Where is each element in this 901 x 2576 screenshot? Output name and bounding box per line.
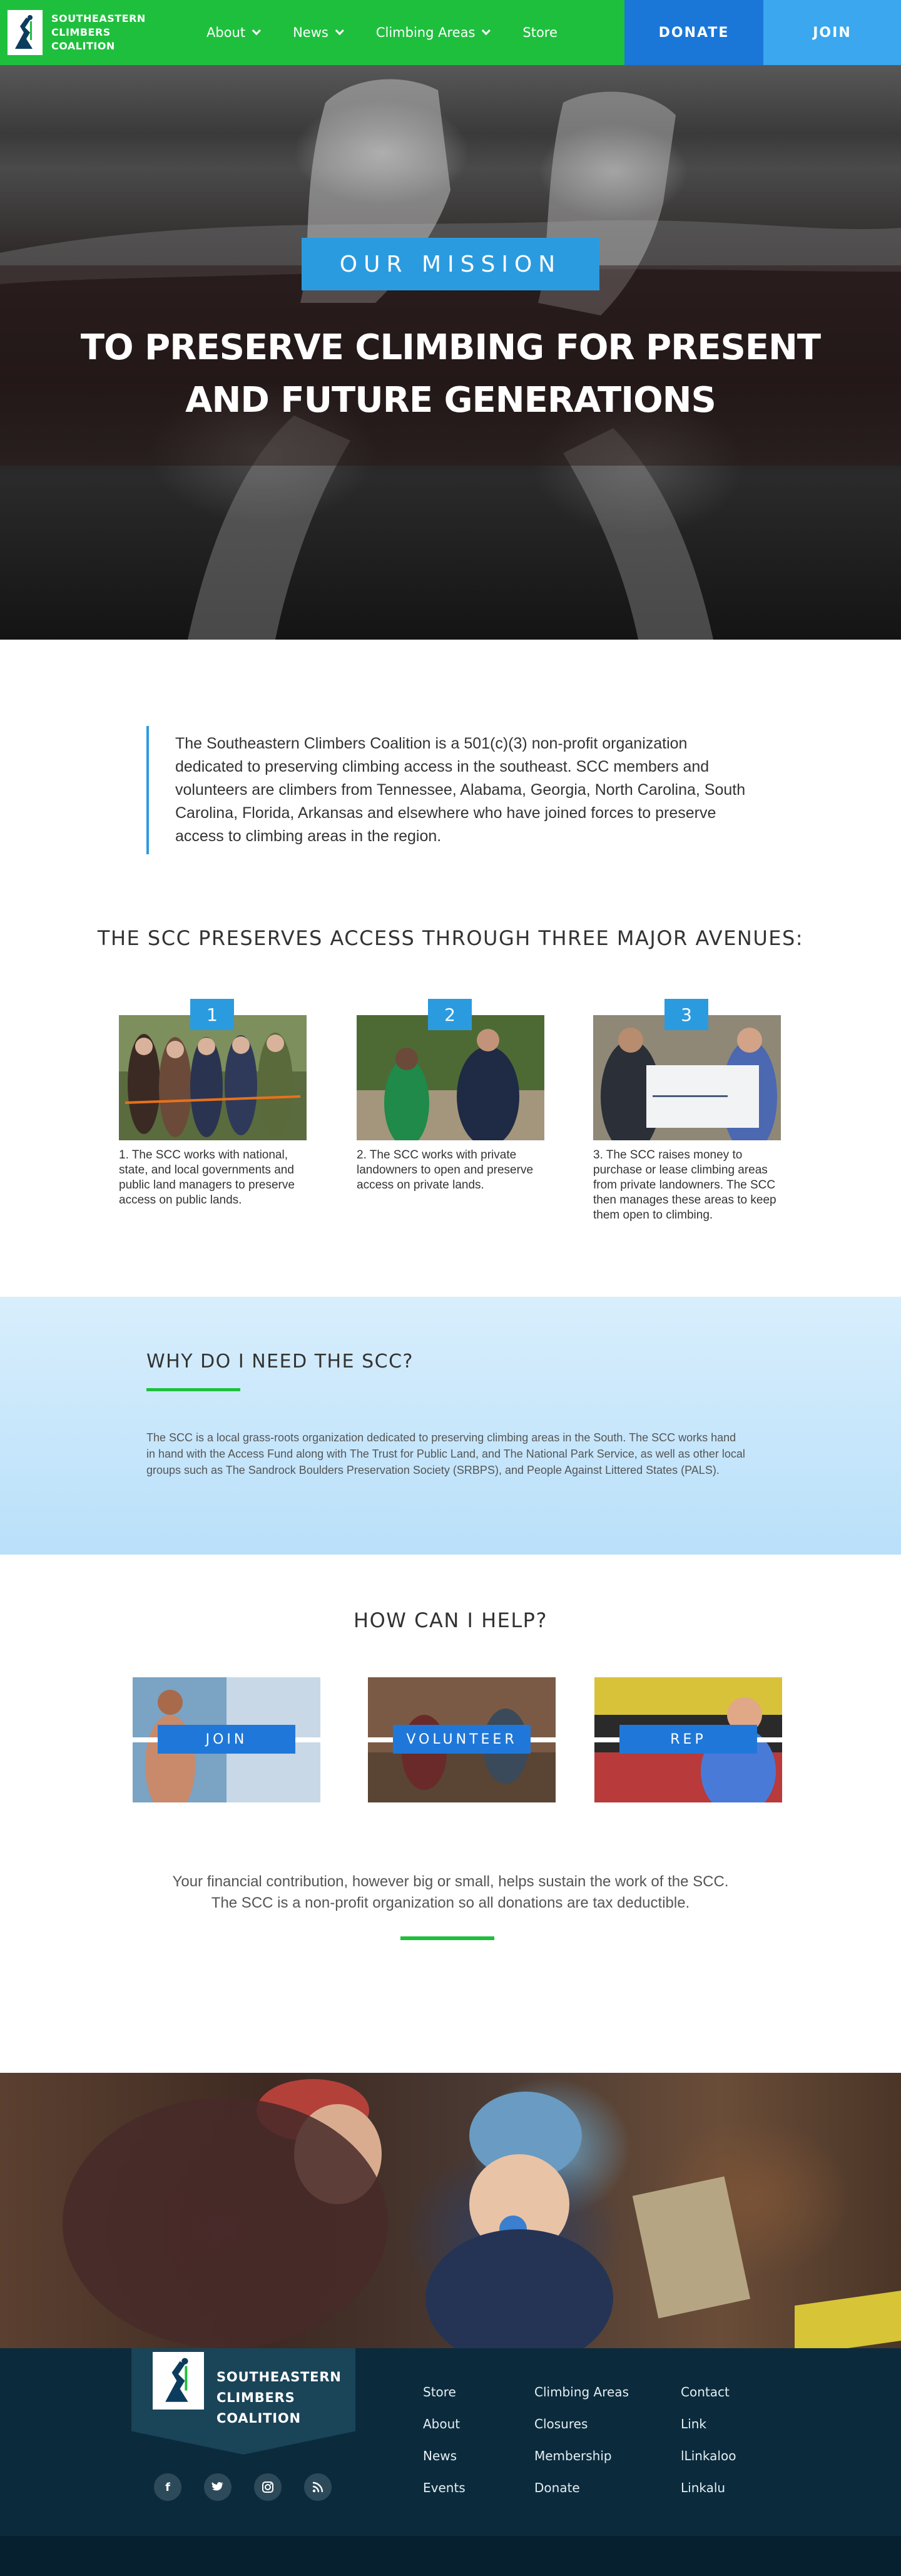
logo-link[interactable]: SOUTHEASTERN CLIMBERS COALITION	[0, 0, 206, 65]
nav-item-label: News	[293, 25, 328, 40]
climber-logo-icon	[153, 2352, 204, 2410]
chevron-down-icon	[482, 26, 491, 36]
hero-title: TO PRESERVE CLIMBING FOR PRESENT AND FUT…	[75, 322, 826, 427]
footer-link-closures[interactable]: Closures	[534, 2415, 629, 2447]
nav-item-label: Climbing Areas	[375, 25, 476, 40]
nav-item-label: Store	[522, 25, 557, 40]
ribbon-cutting-photo	[119, 1015, 307, 1140]
logo-line: COALITION	[216, 2411, 301, 2426]
nav-item-news[interactable]: News	[293, 25, 344, 40]
climber-logo-icon	[8, 10, 43, 55]
avenue-number: 2	[428, 999, 472, 1030]
avenues-heading: THE SCC PRESERVES ACCESS THROUGH THREE M…	[97, 926, 804, 950]
avenue-caption: 2. The SCC works with private landowners…	[357, 1148, 534, 1192]
facebook-icon[interactable]: f	[154, 2473, 181, 2501]
help-heading: HOW CAN I HELP?	[354, 1608, 547, 1632]
why-heading: WHY DO I NEED THE SCC?	[146, 1351, 414, 1372]
footer-link-climbing-areas[interactable]: Climbing Areas	[534, 2383, 629, 2415]
avenue-caption: 3. The SCC raises money to purchase or l…	[593, 1148, 776, 1222]
footer-link-donate[interactable]: Donate	[534, 2479, 629, 2511]
help-card-volunteer[interactable]: VOLUNTEER	[368, 1677, 556, 1802]
intro-quote: The Southeastern Climbers Coalition is a…	[146, 726, 753, 854]
volunteer-button[interactable]: VOLUNTEER	[393, 1725, 531, 1754]
footer-link-contact[interactable]: Contact	[681, 2383, 736, 2415]
avenue-number: 3	[664, 999, 708, 1030]
join-button[interactable]: JOIN	[763, 0, 901, 65]
family-photo	[0, 2073, 901, 2348]
hero-title-line: AND FUTURE GENERATIONS	[185, 380, 716, 421]
rep-button[interactable]: REP	[619, 1725, 757, 1754]
nav-item-about[interactable]: About	[206, 25, 261, 40]
footer-link[interactable]: Linkalu	[681, 2479, 736, 2511]
check-presentation-photo	[593, 1015, 781, 1140]
green-divider	[400, 1936, 494, 1940]
help-card-rep[interactable]: REP	[594, 1677, 782, 1802]
footer-link-events[interactable]: Events	[423, 2479, 466, 2511]
join-help-button[interactable]: JOIN	[158, 1725, 295, 1754]
nav-item-store[interactable]: Store	[522, 25, 557, 40]
contribution-text: Your financial contribution, however big…	[0, 1871, 901, 1914]
footer-logo-text: SOUTHEASTERN CLIMBERS COALITION	[216, 2367, 342, 2429]
why-section: WHY DO I NEED THE SCC? The SCC is a loca…	[0, 1297, 901, 1555]
landowners-photo	[357, 1015, 544, 1140]
footer-link[interactable]: lLinkaloo	[681, 2447, 736, 2479]
mission-badge: OUR MISSION	[302, 238, 599, 290]
chevron-down-icon	[252, 26, 261, 36]
logo-line: COALITION	[51, 40, 115, 52]
top-nav: SOUTHEASTERN CLIMBERS COALITION About Ne…	[0, 0, 901, 65]
hero-title-line: TO PRESERVE CLIMBING FOR PRESENT	[80, 327, 821, 368]
family-illustration	[63, 2079, 751, 2348]
logo-line: SOUTHEASTERN	[51, 13, 146, 24]
footer-column-2: Climbing Areas Closures Membership Donat…	[534, 2383, 629, 2511]
footer-column-3: Contact Link lLinkaloo Linkalu	[681, 2383, 736, 2511]
green-divider	[146, 1388, 240, 1391]
logo-line: CLIMBERS	[51, 26, 111, 38]
nav-links: About News Climbing Areas Store	[206, 0, 624, 65]
footer-link-store[interactable]: Store	[423, 2383, 466, 2415]
footer-column-1: Store About News Events	[423, 2383, 466, 2511]
contribution-line: Your financial contribution, however big…	[172, 1873, 729, 1890]
hero-section: OUR MISSION TO PRESERVE CLIMBING FOR PRE…	[0, 65, 901, 640]
donate-button[interactable]: DONATE	[624, 0, 763, 65]
footer-link-news[interactable]: News	[423, 2447, 466, 2479]
avenue-caption: 1. The SCC works with national, state, a…	[119, 1148, 295, 1207]
nav-item-climbing-areas[interactable]: Climbing Areas	[375, 25, 491, 40]
contribution-line: The SCC is a non-profit organization so …	[211, 1894, 690, 1911]
why-text: The SCC is a local grass-roots organizat…	[146, 1431, 745, 1476]
footer-bottom-bar	[0, 2536, 901, 2576]
instagram-icon[interactable]	[254, 2473, 282, 2501]
rss-icon[interactable]	[304, 2473, 332, 2501]
nav-item-label: About	[206, 25, 246, 40]
footer-link-about[interactable]: About	[423, 2415, 466, 2447]
avenue-number: 1	[190, 999, 234, 1030]
logo-text: SOUTHEASTERN CLIMBERS COALITION	[51, 12, 146, 53]
help-card-join[interactable]: JOIN	[133, 1677, 320, 1802]
chevron-down-icon	[335, 26, 344, 36]
logo-line: SOUTHEASTERN	[216, 2369, 342, 2384]
twitter-icon[interactable]	[204, 2473, 232, 2501]
footer-link[interactable]: Link	[681, 2415, 736, 2447]
logo-line: CLIMBERS	[216, 2390, 295, 2405]
footer-link-membership[interactable]: Membership	[534, 2447, 629, 2479]
